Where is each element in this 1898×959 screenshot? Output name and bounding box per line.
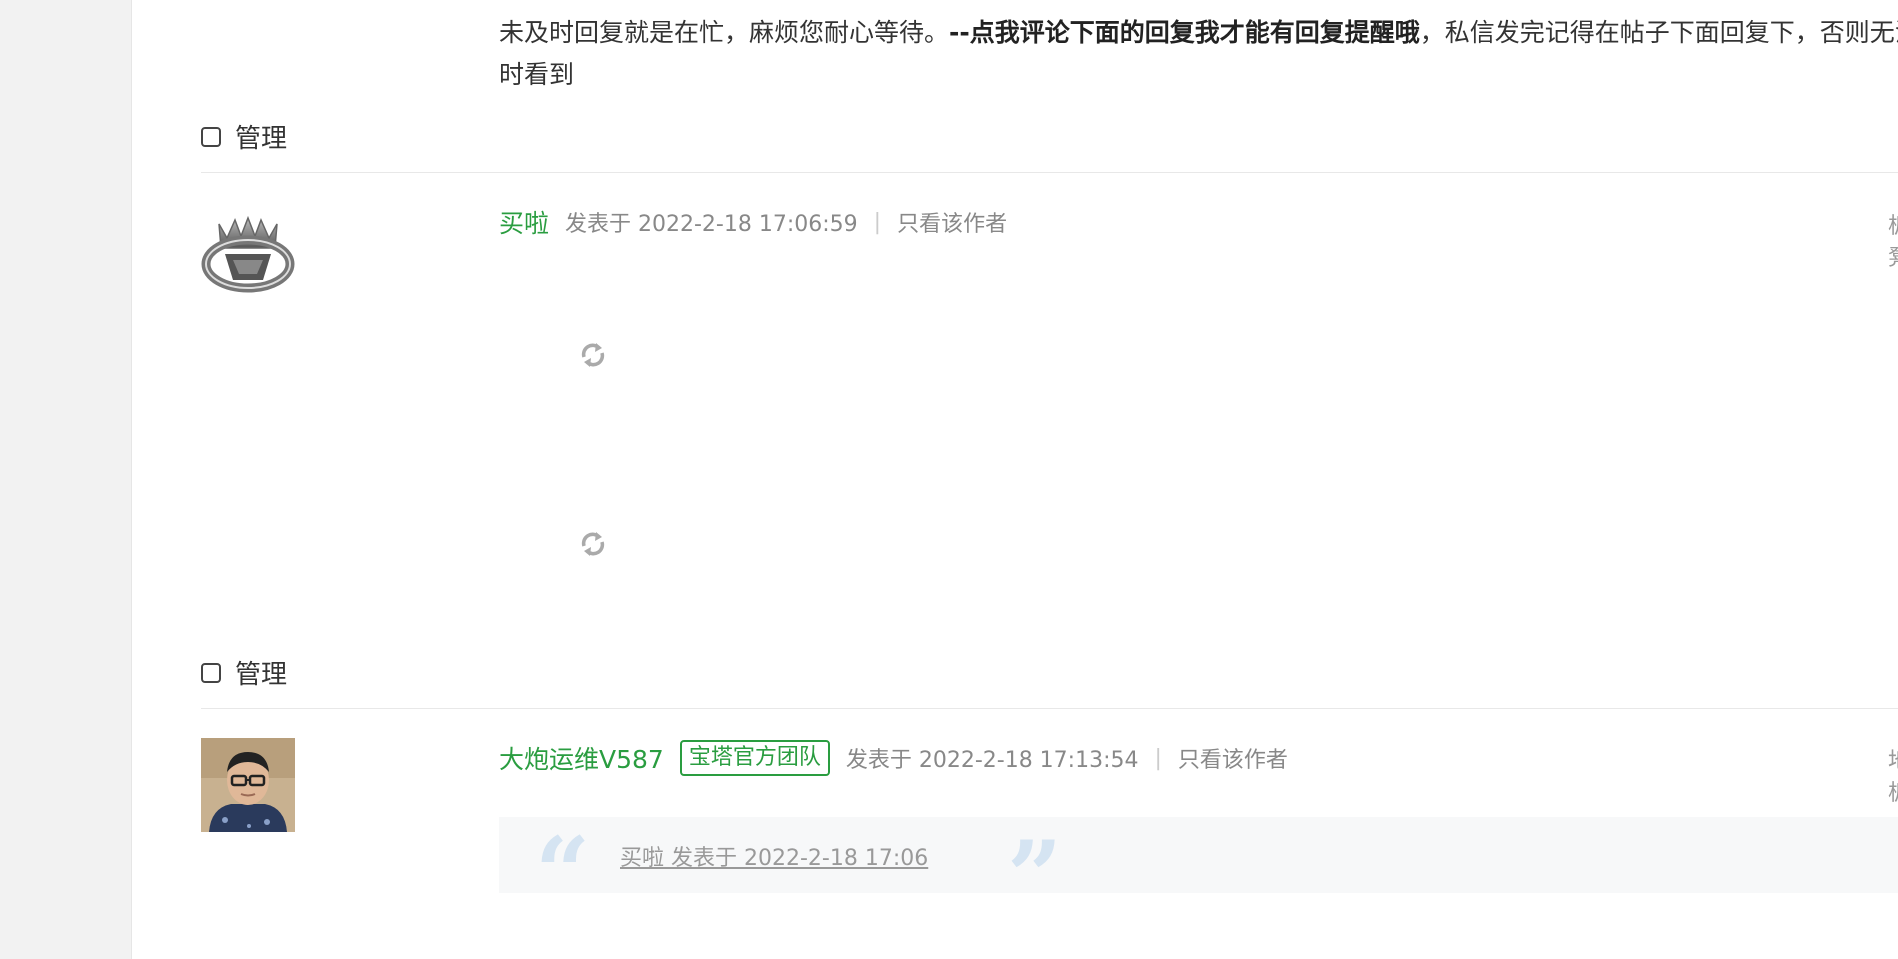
manage-label: 管理 — [235, 660, 288, 690]
manage-checkbox-1[interactable]: 管理 — [201, 118, 287, 155]
refresh-icon — [580, 339, 606, 375]
avatar[interactable] — [201, 204, 295, 298]
post-divider — [201, 172, 1898, 173]
meta-separator: | — [873, 209, 882, 235]
quote-close-icon: ” — [1007, 820, 1063, 933]
checkbox-icon[interactable] — [201, 662, 221, 683]
team-badge: 宝塔官方团队 — [679, 740, 830, 776]
quote-link[interactable]: 买啦 发表于 2022-2-18 17:06 — [620, 840, 928, 872]
post-meta: 买啦 发表于 2022-2-18 17:06:59 | 只看该作者 — [499, 204, 1007, 240]
post-text-bold[interactable]: --点我评论下面的回复我才能有回复提醒哦 — [949, 18, 1420, 47]
floor-label[interactable]: 地板 — [1888, 743, 1898, 807]
checkbox-icon[interactable] — [201, 126, 221, 147]
avatar[interactable] — [201, 738, 295, 832]
floor-label[interactable]: 板凳 — [1888, 208, 1898, 272]
meta-separator: | — [1154, 745, 1162, 771]
manage-checkbox-2[interactable]: 管理 — [201, 654, 287, 691]
user-photo-icon — [201, 738, 295, 832]
post-time: 发表于 2022-2-18 17:13:54 — [845, 748, 1139, 773]
only-author-link[interactable]: 只看该作者 — [1178, 742, 1288, 774]
author-link[interactable]: 买啦 — [499, 204, 549, 240]
post-content: 未及时回复就是在忙，麻烦您耐心等待。--点我评论下面的回复我才能有回复提醒哦，私… — [499, 12, 1898, 96]
post-text-part1: 未及时回复就是在忙，麻烦您耐心等待。 — [499, 18, 950, 47]
crown-avatar-icon — [201, 215, 295, 293]
post-divider — [201, 708, 1898, 709]
post-list-panel: 未及时回复就是在忙，麻烦您耐心等待。--点我评论下面的回复我才能有回复提醒哦，私… — [131, 0, 1898, 959]
author-link[interactable]: 大炮运维V587 — [499, 740, 664, 776]
quote-open-icon: “ — [535, 816, 591, 929]
manage-label: 管理 — [235, 124, 288, 154]
post-time: 发表于 2022-2-18 17:06:59 — [565, 212, 858, 237]
quote-block: “ 买啦 发表于 2022-2-18 17:06 ” — [499, 817, 1898, 925]
refresh-icon — [580, 528, 606, 564]
post-meta: 大炮运维V587 宝塔官方团队 发表于 2022-2-18 17:13:54 |… — [499, 740, 1288, 776]
only-author-link[interactable]: 只看该作者 — [897, 206, 1007, 238]
